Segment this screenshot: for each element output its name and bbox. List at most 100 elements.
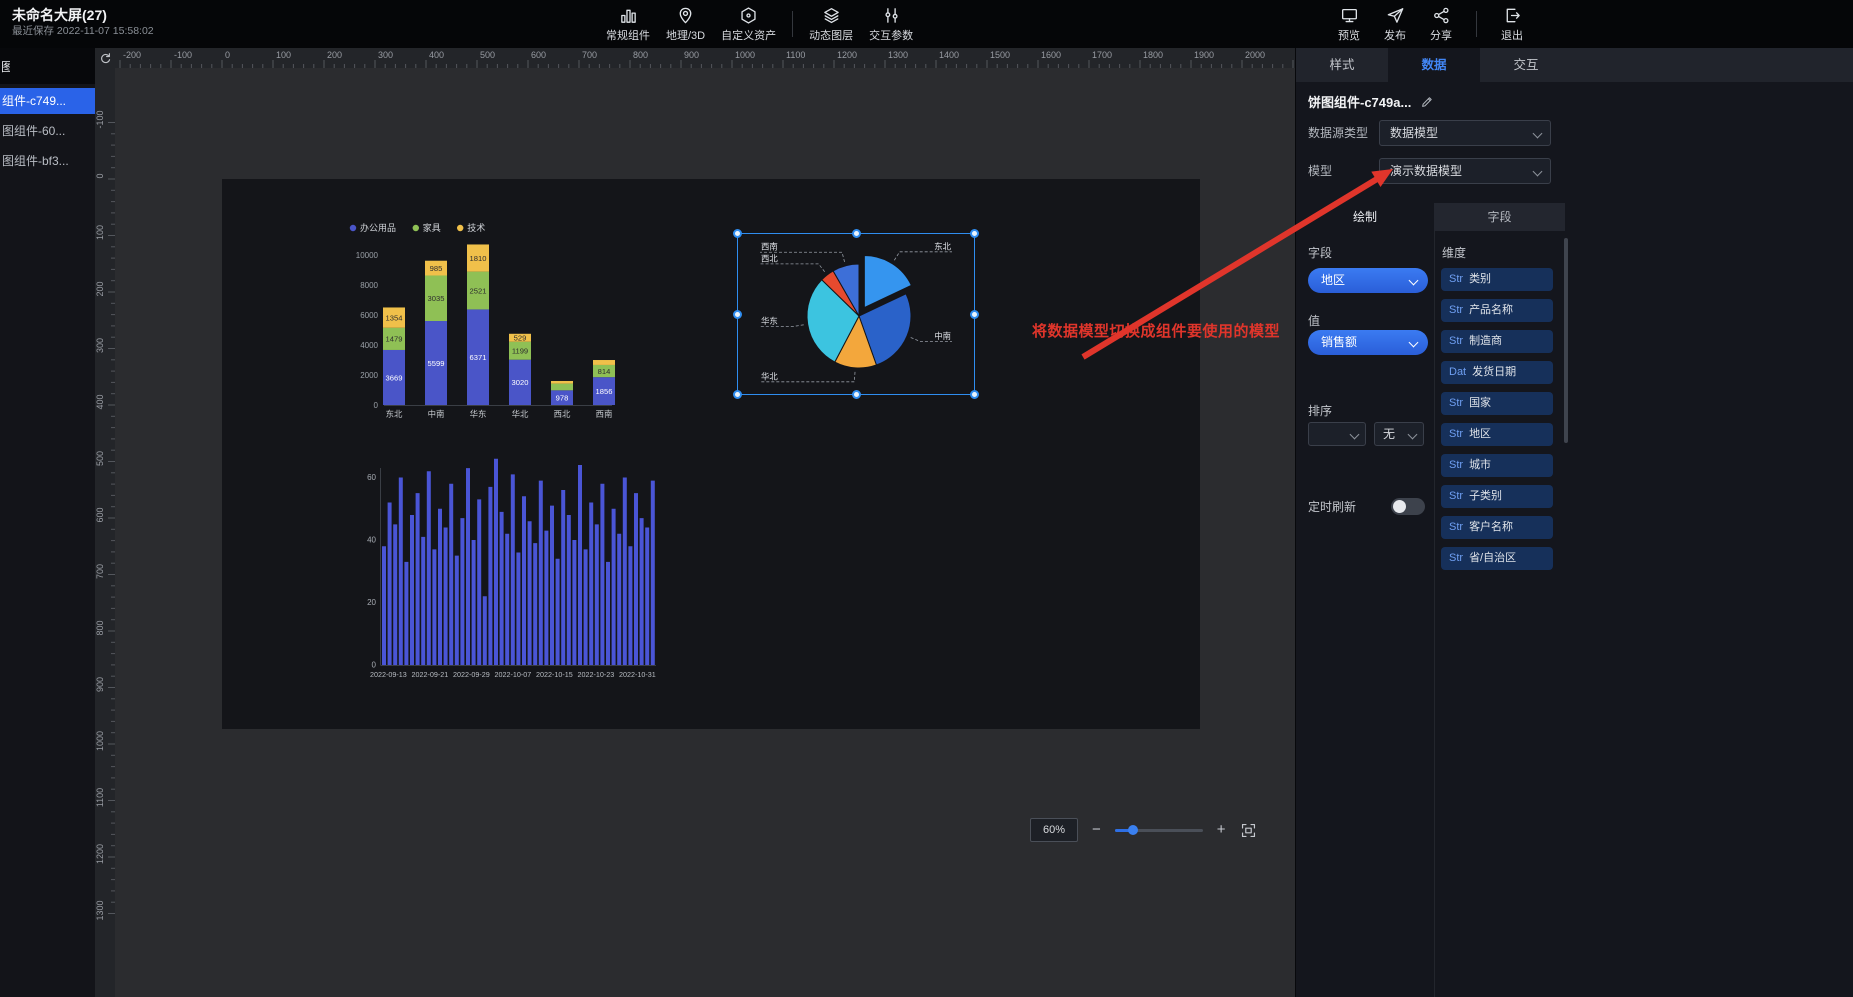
- zoom-out-button[interactable]: −: [1092, 819, 1101, 841]
- fit-screen-button[interactable]: [1240, 822, 1257, 839]
- toolbar-divider: [1476, 11, 1477, 37]
- chevron-down-icon: [1409, 276, 1419, 286]
- layer-item[interactable]: 图组件-bf3...: [0, 148, 95, 174]
- action-preview[interactable]: 预览: [1338, 6, 1360, 43]
- value-section-label: 值: [1308, 312, 1320, 329]
- toolbar-item-dynamic-layers[interactable]: 动态图层: [809, 6, 853, 43]
- selection-handle-nw[interactable]: [733, 229, 742, 238]
- selection-handle-se[interactable]: [970, 390, 979, 399]
- svg-text:0: 0: [372, 661, 377, 670]
- svg-text:3035: 3035: [428, 294, 445, 303]
- stacked-bar-chart[interactable]: 办公用品家具技术02000400060008000100003669147913…: [340, 215, 620, 430]
- field-item[interactable]: Str制造商: [1441, 330, 1553, 353]
- hexagon-icon: [739, 6, 758, 25]
- svg-text:200: 200: [95, 281, 105, 296]
- selection-handle-s[interactable]: [852, 390, 861, 399]
- layer-item[interactable]: 图组件-60...: [0, 118, 95, 144]
- rename-button[interactable]: [1420, 95, 1434, 109]
- zoom-in-button[interactable]: +: [1217, 819, 1226, 841]
- action-share[interactable]: 分享: [1430, 6, 1452, 43]
- action-publish[interactable]: 发布: [1384, 6, 1406, 43]
- field-item[interactable]: Dat发货日期: [1441, 361, 1553, 384]
- sort-order-select[interactable]: 无: [1374, 422, 1424, 446]
- svg-text:1000: 1000: [95, 731, 105, 751]
- toolbar-item-geo-3d[interactable]: 地理/3D: [666, 6, 705, 43]
- datasource-type-select[interactable]: 数据模型: [1379, 120, 1551, 146]
- svg-text:2000: 2000: [360, 371, 378, 380]
- selection-handle-ne[interactable]: [970, 229, 979, 238]
- svg-text:1354: 1354: [386, 313, 403, 322]
- svg-text:3669: 3669: [386, 373, 403, 382]
- canvas[interactable]: 办公用品家具技术02000400060008000100003669147913…: [115, 68, 1295, 997]
- field-type-badge: Str: [1449, 273, 1463, 285]
- field-item[interactable]: Str省/自治区: [1441, 547, 1553, 570]
- svg-text:1810: 1810: [470, 254, 487, 263]
- field-type-badge: Str: [1449, 335, 1463, 347]
- toolbar-item-custom-assets[interactable]: 自定义资产: [721, 6, 776, 43]
- svg-text:3020: 3020: [512, 378, 529, 387]
- svg-text:20: 20: [367, 598, 376, 607]
- svg-text:华北: 华北: [761, 371, 778, 381]
- field-item[interactable]: Str产品名称: [1441, 299, 1553, 322]
- field-name: 发货日期: [1472, 366, 1516, 378]
- panel-tab-interaction[interactable]: 交互: [1480, 48, 1572, 82]
- selection-handle-n[interactable]: [852, 229, 861, 238]
- pie-chart[interactable]: 西南西北华东华北东北中南: [737, 233, 975, 395]
- field-list-scrollbar: [1564, 238, 1568, 618]
- ruler-reset-button[interactable]: [95, 48, 115, 68]
- svg-text:0: 0: [225, 50, 230, 60]
- pencil-icon: [1420, 95, 1434, 109]
- dimension-field-pill[interactable]: 地区: [1308, 268, 1428, 293]
- chevron-down-icon: [1409, 338, 1419, 348]
- selection-handle-w[interactable]: [733, 310, 742, 319]
- field-item[interactable]: Str国家: [1441, 392, 1553, 415]
- toggle-knob: [1393, 500, 1406, 513]
- svg-text:700: 700: [582, 50, 597, 60]
- svg-text:300: 300: [95, 338, 105, 353]
- map-pin-icon: [676, 6, 695, 25]
- paper-plane-icon: [1386, 6, 1405, 25]
- time-bar-chart[interactable]: 02040602022-09-132022-09-212022-09-29202…: [360, 450, 660, 690]
- tab-fields[interactable]: 字段: [1434, 203, 1565, 231]
- model-select[interactable]: 演示数据模型: [1379, 158, 1551, 184]
- datasource-type-label: 数据源类型: [1308, 120, 1368, 146]
- layer-item[interactable]: 组件-c749...: [0, 88, 95, 114]
- field-item[interactable]: Str城市: [1441, 454, 1553, 477]
- auto-refresh-toggle[interactable]: [1391, 498, 1425, 515]
- svg-text:华北: 华北: [512, 409, 529, 419]
- toolbar-item-interaction-params[interactable]: 交互参数: [869, 6, 913, 43]
- selection-handle-e[interactable]: [970, 310, 979, 319]
- zoom-level-value[interactable]: 60%: [1030, 818, 1078, 842]
- field-name: 类别: [1469, 273, 1491, 285]
- field-type-badge: Str: [1449, 552, 1463, 564]
- scrollbar-thumb[interactable]: [1564, 238, 1568, 443]
- selection-handle-sw[interactable]: [733, 390, 742, 399]
- dimension-section-label: 维度: [1442, 244, 1466, 261]
- field-item[interactable]: Str客户名称: [1441, 516, 1553, 539]
- field-item[interactable]: Str 类别: [1441, 268, 1553, 291]
- toolbar-item-normal-components[interactable]: 常规组件: [606, 6, 650, 43]
- svg-text:10000: 10000: [356, 251, 379, 260]
- sort-section-label: 排序: [1308, 402, 1332, 419]
- svg-text:400: 400: [95, 394, 105, 409]
- svg-text:中南: 中南: [934, 331, 951, 341]
- screen-design-panel[interactable]: 办公用品家具技术02000400060008000100003669147913…: [222, 179, 1200, 729]
- chevron-down-icon: [1533, 167, 1543, 177]
- action-exit[interactable]: 退出: [1501, 6, 1523, 43]
- field-item[interactable]: Str子类别: [1441, 485, 1553, 508]
- svg-text:1479: 1479: [386, 335, 403, 344]
- panel-tab-style[interactable]: 样式: [1296, 48, 1388, 82]
- panel-tab-data[interactable]: 数据: [1388, 48, 1480, 82]
- value-field-pill[interactable]: 销售额: [1308, 330, 1428, 355]
- layers-sidebar: 图层 组件-c749...图组件-60...图组件-bf3...: [0, 48, 95, 997]
- tab-draw[interactable]: 绘制: [1296, 203, 1434, 231]
- field-item[interactable]: Str地区: [1441, 423, 1553, 446]
- svg-text:700: 700: [95, 564, 105, 579]
- sort-field-select[interactable]: [1308, 422, 1366, 446]
- svg-text:华东: 华东: [470, 409, 487, 419]
- zoom-slider-knob[interactable]: [1128, 825, 1138, 835]
- reset-icon: [98, 51, 113, 66]
- screen-title: 未命名大屏(27): [12, 6, 154, 24]
- svg-text:中南: 中南: [428, 409, 445, 419]
- zoom-slider[interactable]: [1115, 829, 1203, 832]
